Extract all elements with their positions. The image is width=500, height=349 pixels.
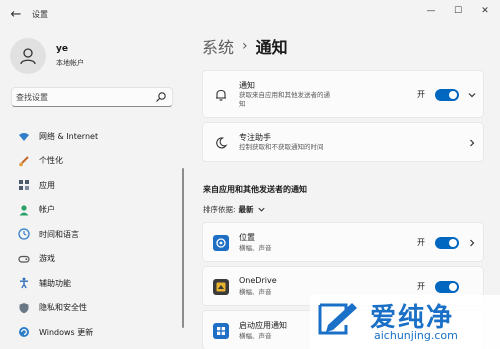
sidebar-item-windows-update[interactable]: Windows 更新 bbox=[10, 320, 178, 345]
sidebar-item-network[interactable]: 网络 & Internet bbox=[10, 124, 178, 149]
avatar bbox=[10, 38, 46, 74]
watermark-url: aichunjing.com bbox=[374, 329, 458, 342]
app-name: 启动应用通知 bbox=[239, 321, 287, 330]
toggle-state-label: 开 bbox=[417, 238, 425, 247]
sidebar-item-accessibility[interactable]: 辅助功能 bbox=[10, 271, 178, 296]
shield-icon bbox=[18, 302, 30, 314]
app-name: OneDrive bbox=[239, 276, 277, 285]
sidebar-item-time-language[interactable]: 时间和语言 bbox=[10, 222, 178, 247]
app-toggle[interactable] bbox=[435, 237, 459, 249]
app-notification-card[interactable]: 位置 横幅、声音 开 bbox=[202, 222, 484, 262]
sidebar-item-label: 辅助功能 bbox=[39, 278, 71, 288]
maximize-button[interactable]: ☐ bbox=[447, 3, 469, 19]
breadcrumb: 系统 › 通知 bbox=[202, 34, 288, 58]
notifications-toggle[interactable] bbox=[435, 89, 459, 101]
brush-icon bbox=[18, 155, 30, 167]
user-name: ye bbox=[56, 44, 68, 54]
moon-icon bbox=[213, 135, 229, 151]
sidebar-nav: 网络 & Internet 个性化 应用 帐户 时间和语言 游戏 辅助功能 隐私… bbox=[10, 124, 178, 345]
card-title: 专注助手 bbox=[239, 133, 271, 142]
apps-icon bbox=[18, 179, 30, 191]
minimize-button[interactable]: — bbox=[420, 3, 442, 19]
chevron-down-icon[interactable] bbox=[467, 90, 477, 100]
person-icon bbox=[20, 48, 36, 65]
location-icon bbox=[213, 235, 229, 251]
sort-dropdown[interactable]: 排序依据: 最新 bbox=[203, 204, 266, 215]
watermark-logo-icon bbox=[318, 303, 357, 335]
sort-label: 排序依据: bbox=[203, 205, 236, 214]
sort-value: 最新 bbox=[238, 205, 254, 214]
title-bar: ← 设置 — ☐ ✕ bbox=[0, 0, 500, 30]
person-icon bbox=[18, 204, 30, 216]
section-title: 来自应用和其他发送者的通知 bbox=[203, 185, 307, 194]
window-title: 设置 bbox=[32, 10, 48, 19]
gamepad-icon bbox=[18, 253, 30, 265]
focus-assist-card[interactable]: 专注助手 控制获取和不获取通知的时间 bbox=[202, 122, 484, 162]
sidebar-item-gaming[interactable]: 游戏 bbox=[10, 247, 178, 272]
startup-apps-icon bbox=[213, 323, 229, 339]
page-title: 通知 bbox=[255, 38, 288, 57]
chevron-down-icon bbox=[257, 207, 265, 212]
app-subtitle: 横幅、声音 bbox=[239, 332, 272, 340]
close-button[interactable]: ✕ bbox=[474, 3, 496, 19]
sidebar-item-label: 隐私和安全性 bbox=[39, 303, 87, 313]
app-subtitle: 横幅、声音 bbox=[239, 288, 272, 296]
app-toggle[interactable] bbox=[435, 281, 459, 293]
bell-icon bbox=[213, 87, 229, 103]
app-name: 位置 bbox=[239, 233, 255, 242]
breadcrumb-separator: › bbox=[242, 38, 248, 54]
sidebar-item-label: Windows 更新 bbox=[39, 327, 94, 337]
sidebar-item-label: 帐户 bbox=[39, 205, 55, 215]
card-subtitle-line1: 获取来自应用和其他发送者的通 bbox=[239, 91, 330, 99]
search-box[interactable] bbox=[11, 87, 173, 107]
onedrive-icon bbox=[213, 279, 229, 295]
chevron-right-icon bbox=[470, 139, 475, 147]
search-input[interactable] bbox=[16, 90, 152, 104]
sidebar-item-label: 应用 bbox=[39, 180, 55, 190]
globe-clock-icon bbox=[18, 228, 30, 240]
notifications-card[interactable]: 通知 获取来自应用和其他发送者的通 知 开 bbox=[202, 70, 484, 118]
account-type: 本地帐户 bbox=[56, 59, 84, 67]
chevron-right-icon[interactable] bbox=[467, 238, 477, 248]
search-icon[interactable] bbox=[155, 91, 167, 103]
back-button[interactable]: ← bbox=[8, 7, 24, 23]
watermark: 爱纯净 aichunjing.com bbox=[310, 295, 500, 349]
sidebar-item-apps[interactable]: 应用 bbox=[10, 173, 178, 198]
sidebar-scrollbar[interactable] bbox=[182, 168, 184, 328]
sidebar-item-label: 时间和语言 bbox=[39, 229, 79, 239]
sidebar-item-label: 个性化 bbox=[39, 156, 63, 166]
card-title: 通知 bbox=[239, 81, 255, 90]
card-subtitle: 控制获取和不获取通知的时间 bbox=[239, 143, 324, 151]
sidebar-item-label: 网络 & Internet bbox=[39, 131, 99, 141]
accessibility-icon bbox=[18, 277, 30, 289]
toggle-state-label: 开 bbox=[417, 90, 425, 99]
sidebar-item-accounts[interactable]: 帐户 bbox=[10, 198, 178, 223]
update-icon bbox=[18, 326, 30, 338]
breadcrumb-parent[interactable]: 系统 bbox=[202, 34, 234, 58]
wifi-icon bbox=[18, 130, 30, 142]
app-subtitle: 横幅、声音 bbox=[239, 244, 272, 252]
toggle-state-label: 开 bbox=[417, 282, 425, 291]
sidebar-item-label: 游戏 bbox=[39, 254, 55, 264]
card-subtitle-line2: 知 bbox=[239, 100, 246, 108]
sidebar-item-personalization[interactable]: 个性化 bbox=[10, 149, 178, 174]
sidebar-item-privacy[interactable]: 隐私和安全性 bbox=[10, 296, 178, 321]
user-profile[interactable]: ye 本地帐户 bbox=[10, 36, 180, 76]
